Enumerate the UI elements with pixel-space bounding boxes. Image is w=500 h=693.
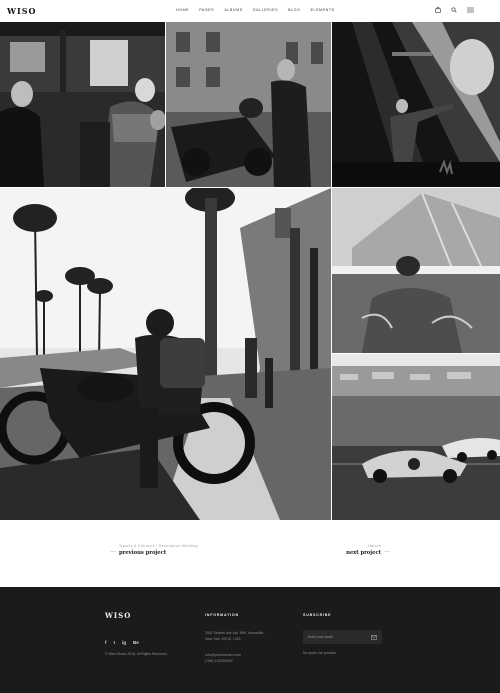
nav-galleries[interactable]: GALLERIES [253,8,278,12]
nav-blog[interactable]: BLOG [288,8,300,12]
instagram-icon[interactable]: ig [122,640,126,645]
subscribe-heading: SUBSCRIBE [303,613,332,617]
gallery-photo-man-with-motorcycle[interactable] [166,22,331,187]
next-project-label[interactable]: next project [346,550,381,556]
bag-icon[interactable] [435,7,441,13]
envelope-icon[interactable] [371,634,377,640]
site-footer: WISO f t ig Be © Wiso Studio 2018. All R… [0,587,500,693]
nav-home[interactable]: HOME [176,8,189,12]
main-nav: HOME PAGES ALBUMS GALLERIES BLOG ELEMENT… [176,8,335,12]
gallery-photo-swimmer[interactable] [332,188,500,353]
nav-elements[interactable]: ELEMENTS [310,8,334,12]
contact-email[interactable]: info@yourdomain.com [205,653,241,658]
previous-project-link[interactable]: Travels & Entrance / Description Wedding… [119,544,198,556]
site-logo[interactable]: WISO [7,6,36,16]
next-project-link[interactable]: Nature next project [346,544,381,556]
previous-project-label[interactable]: previous project [119,550,198,556]
project-gallery [0,22,500,520]
footer-logo[interactable]: WISO [105,611,131,620]
nav-albums[interactable]: ALBUMS [224,8,242,12]
site-header: WISO HOME PAGES ALBUMS GALLERIES BLOG EL… [0,0,500,22]
address-line-1: 2502 Stokes Isle Apt. 896, Vernaville, [205,631,265,635]
menu-icon[interactable] [467,7,474,13]
gallery-photo-couple-in-car[interactable] [0,22,165,187]
information-heading: INFORMATION [205,613,239,617]
previous-divider [110,551,116,552]
behance-icon[interactable]: Be [133,640,139,645]
contact-phone: (+68) 120034509 [205,659,233,663]
gallery-photo-concert[interactable] [332,22,500,187]
gallery-photo-motorcycle-street[interactable] [0,188,331,520]
subscribe-form [303,630,382,644]
search-icon[interactable] [451,7,457,13]
next-divider [384,551,390,552]
nav-pages[interactable]: PAGES [199,8,214,12]
subscribe-email-input[interactable] [308,635,368,639]
no-spam-note: No spam, we promise [303,651,336,655]
copyright-text: © Wiso Studio 2018. All Rights Reserved. [105,652,168,656]
address-line-2: New York 10010, USA [205,637,241,641]
previous-project-meta: Travels & Entrance / Description Wedding [119,544,198,548]
gallery-photo-race-cars[interactable] [332,354,500,520]
facebook-icon[interactable]: f [105,640,107,645]
next-project-meta: Nature [368,544,381,548]
header-icons [435,7,474,13]
social-links: f t ig Be [105,640,139,645]
twitter-icon[interactable]: t [114,640,116,645]
